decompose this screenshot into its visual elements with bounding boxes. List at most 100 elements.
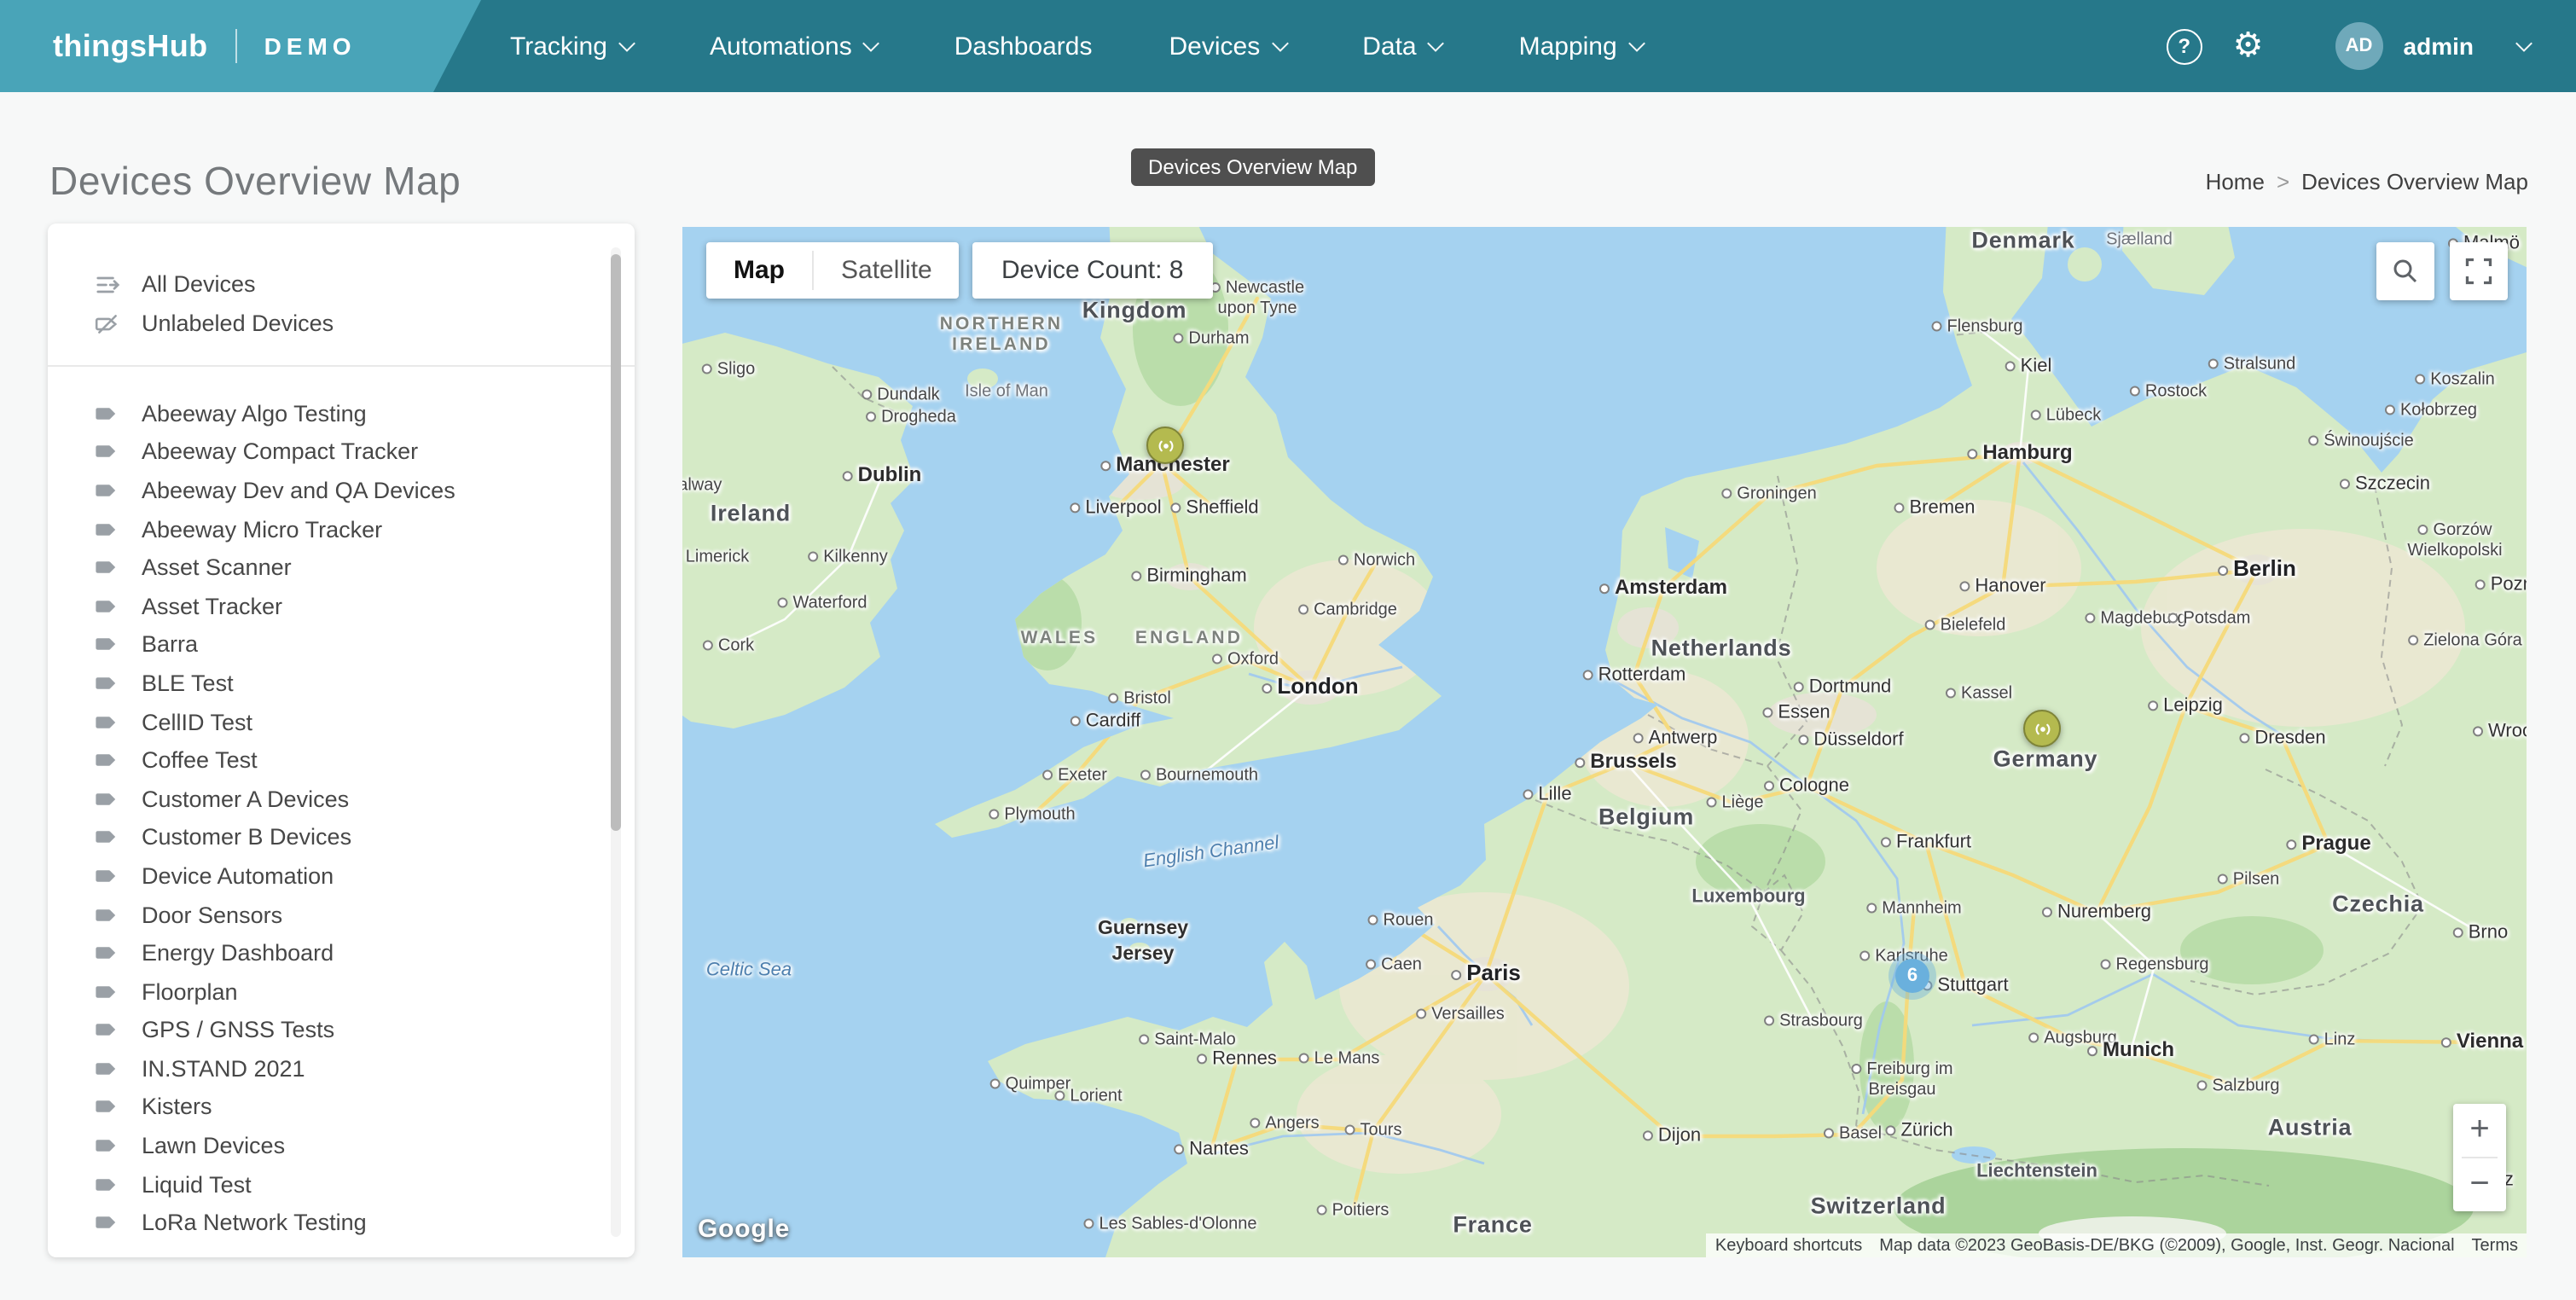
sidebar-group-label: BLE Test	[142, 670, 234, 696]
sidebar-group-item[interactable]: Abeeway Micro Tracker	[48, 510, 635, 548]
help-icon[interactable]: ?	[2167, 28, 2202, 64]
map-canvas[interactable]: KingdomNORTHERN IRELANDIrelandIsle of Ma…	[682, 227, 2527, 1257]
app-header: thingsHub DEMO Tracking Automations Dashbo…	[0, 0, 2576, 92]
sidebar-group-label: Customer A Devices	[142, 786, 349, 811]
sidebar-group-item[interactable]: Customer A Devices	[48, 780, 635, 818]
nav-item-automations[interactable]: Automations	[710, 32, 878, 61]
user-chevron-down-icon[interactable]	[2515, 34, 2532, 51]
label-tag-icon	[92, 630, 121, 659]
label-tag-icon	[92, 514, 121, 543]
zoom-out-button[interactable]: −	[2453, 1158, 2506, 1211]
sidebar-group-item[interactable]: Lawn Devices	[48, 1127, 635, 1165]
zoom-control: + −	[2453, 1104, 2506, 1211]
label-tag-icon	[92, 784, 121, 813]
sidebar-item-label: All Devices	[142, 271, 256, 297]
sidebar-group-item[interactable]: Energy Dashboard	[48, 934, 635, 972]
label-tag-icon	[92, 1016, 121, 1045]
sidebar-group-item[interactable]: Barra	[48, 625, 635, 664]
breadcrumb-home[interactable]: Home	[2206, 169, 2265, 194]
avatar[interactable]: AD	[2335, 22, 2383, 70]
user-name[interactable]: admin	[2404, 32, 2474, 60]
sidebar-group-item[interactable]: Liquid Test	[48, 1165, 635, 1204]
environment-badge: DEMO	[264, 32, 357, 60]
sidebar-group-item[interactable]: Floorplan	[48, 972, 635, 1011]
chevron-down-icon	[1628, 34, 1645, 51]
sidebar-group-item[interactable]: Asset Tracker	[48, 587, 635, 625]
sidebar-group-item[interactable]: Asset Scanner	[48, 548, 635, 587]
app-window: thingsHub DEMO Tracking Automations Dashbo…	[0, 0, 2576, 1300]
sidebar-group-item[interactable]: Door Sensors	[48, 895, 635, 933]
sidebar-scrollbar[interactable]	[611, 247, 621, 1237]
label-tag-icon	[92, 1093, 121, 1122]
page-title: Devices Overview Map	[49, 159, 461, 205]
sidebar-group-item[interactable]: Kisters	[48, 1088, 635, 1126]
chevron-down-icon	[863, 34, 880, 51]
nav-item-label: Devices	[1169, 32, 1261, 61]
map-fullscreen-button[interactable]	[2450, 242, 2508, 300]
label-tag-icon	[92, 592, 121, 621]
sidebar-group-label: GPS / GNSS Tests	[142, 1018, 334, 1043]
nav-item-devices[interactable]: Devices	[1169, 32, 1286, 61]
label-tag-icon	[92, 862, 121, 891]
nav-item-label: Data	[1362, 32, 1416, 61]
map-type-map-button[interactable]: Map	[706, 242, 812, 299]
label-tag-icon	[92, 707, 121, 736]
sidebar-group-label: Customer B Devices	[142, 825, 351, 850]
zoom-in-button[interactable]: +	[2453, 1104, 2506, 1157]
label-tag-icon	[92, 900, 121, 929]
map-type-satellite-button[interactable]: Satellite	[814, 242, 960, 299]
sidebar-group-item[interactable]: IN.STAND 2021	[48, 1049, 635, 1088]
sidebar-group-label: LoRa Network Testing	[142, 1210, 367, 1236]
nav-item-label: Mapping	[1519, 32, 1617, 61]
label-tag-icon	[92, 1054, 121, 1083]
device-count-chip[interactable]: Device Count: 8	[972, 242, 1212, 299]
sidebar-divider	[48, 365, 635, 367]
sidebar-group-label: Kisters	[142, 1094, 212, 1120]
all-devices-icon	[92, 270, 121, 299]
label-tag-icon	[92, 977, 121, 1006]
terms-link[interactable]: Terms	[2463, 1236, 2527, 1255]
sidebar-group-item[interactable]: GPS / GNSS Tests	[48, 1011, 635, 1049]
sidebar-group-label: Liquid Test	[142, 1171, 252, 1197]
sidebar-group-label: CellID Test	[142, 709, 252, 734]
sidebar-group-item[interactable]: Abeeway Dev and QA Devices	[48, 471, 635, 509]
sidebar-group-item[interactable]: Customer B Devices	[48, 818, 635, 856]
sidebar-group-item[interactable]: CellID Test	[48, 703, 635, 741]
gear-icon[interactable]: ⚙	[2233, 29, 2264, 63]
sidebar-group-label: Coffee Test	[142, 747, 258, 773]
sidebar-group-item[interactable]: BLE Test	[48, 664, 635, 702]
map-type-control: Map Satellite	[706, 242, 960, 299]
sidebar-item-all-devices[interactable]: All Devices	[48, 264, 635, 304]
device-marker[interactable]	[1146, 427, 1184, 464]
keyboard-shortcuts-link[interactable]: Keyboard shortcuts	[1707, 1236, 1871, 1255]
sidebar-item-unlabeled-devices[interactable]: Unlabeled Devices	[48, 304, 635, 343]
sidebar-group-label: Abeeway Compact Tracker	[142, 439, 418, 465]
sidebar-group-label: Device Automation	[142, 863, 334, 889]
breadcrumb-current: Devices Overview Map	[2301, 169, 2528, 194]
sidebar-group-item[interactable]: LoRa Network Testing	[48, 1204, 635, 1242]
nav-item-tracking[interactable]: Tracking	[510, 32, 633, 61]
map-search-button[interactable]	[2376, 242, 2434, 300]
brand-logo[interactable]: thingsHub DEMO	[0, 0, 481, 92]
google-logo[interactable]: Google	[698, 1215, 790, 1244]
scrollbar-thumb[interactable]	[611, 254, 621, 831]
nav-item-label: Tracking	[510, 32, 607, 61]
cluster-marker[interactable]: 6	[1895, 959, 1929, 993]
label-tag-icon	[92, 823, 121, 852]
nav-item-dashboards[interactable]: Dashboards	[954, 32, 1093, 61]
nav-item-data[interactable]: Data	[1362, 32, 1442, 61]
sidebar-group-item[interactable]: Abeeway Algo Testing	[48, 394, 635, 432]
map-attribution: Keyboard shortcuts Map data ©2023 GeoBas…	[1707, 1233, 2527, 1257]
sidebar-group-item[interactable]: Abeeway Compact Tracker	[48, 432, 635, 471]
sidebar-group-list: Abeeway Algo Testing Abeeway Compact Trac…	[48, 394, 635, 1242]
sidebar-group-item[interactable]: Device Automation	[48, 856, 635, 895]
label-tag-icon	[92, 553, 121, 582]
label-tag-icon	[92, 1131, 121, 1160]
nav-item-mapping[interactable]: Mapping	[1519, 32, 1643, 61]
breadcrumb: Home > Devices Overview Map	[2206, 169, 2528, 194]
device-marker[interactable]	[2023, 710, 2061, 747]
sidebar-group-item[interactable]: Coffee Test	[48, 741, 635, 780]
fullscreen-icon	[2463, 256, 2494, 287]
header-right: ? ⚙ AD admin	[2167, 0, 2530, 92]
sidebar-group-label: Door Sensors	[142, 902, 282, 927]
